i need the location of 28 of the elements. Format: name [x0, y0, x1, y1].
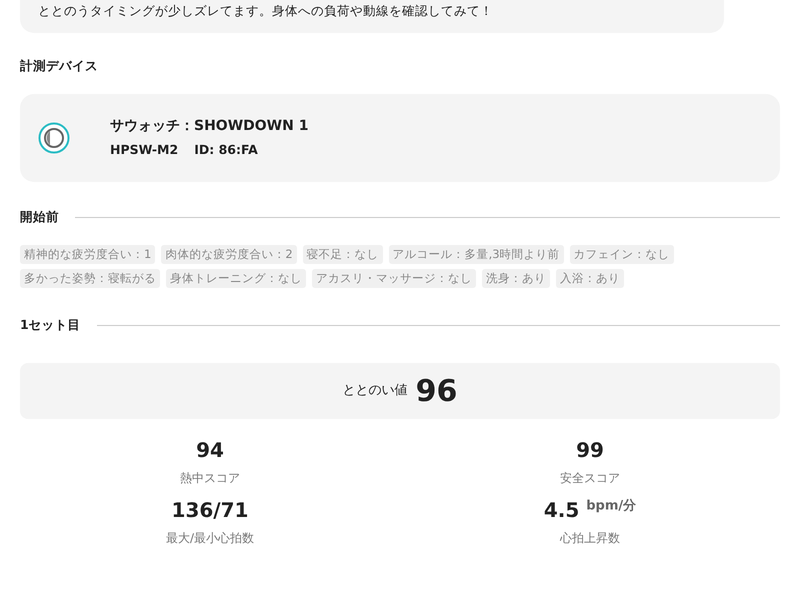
section-title: 計測デバイス	[20, 56, 98, 75]
device-model: HPSW-M2	[110, 141, 178, 160]
section-title: 開始前	[20, 208, 59, 226]
stat-label: 心拍上昇数	[559, 530, 621, 547]
stat-label: 最大/最小心拍数	[164, 530, 256, 547]
condition-tag: 洗身：あり	[482, 269, 550, 288]
condition-tag: 身体トレーニング：なし	[166, 269, 306, 288]
score-value: 96	[416, 372, 458, 410]
condition-tag: 多かった姿勢：寝転がる	[20, 269, 160, 288]
condition-tag: 肉体的な疲労度合い：2	[161, 244, 297, 264]
condition-tag: アルコール：多量,3時間より前	[388, 244, 564, 264]
stat-label: 安全スコア	[559, 470, 621, 487]
condition-tag: カフェイン：なし	[570, 244, 674, 264]
device-name: サウォッチ：SHOWDOWN 1	[110, 117, 308, 136]
stat-value: 136/71	[170, 497, 250, 524]
watch-icon	[38, 122, 70, 154]
score-label: ととのい値	[342, 382, 408, 400]
comment-text: ととのうタイミングが少しズレてます。身体への負荷や動線を確認してみて！	[38, 3, 493, 18]
stat-value: 99	[575, 437, 605, 464]
device-id: ID: 86:FA	[194, 141, 258, 160]
stat-value: 94	[195, 437, 225, 464]
condition-tag: 寝不足：なし	[302, 244, 383, 264]
stat-label: 熱中スコア	[179, 470, 241, 487]
stat-value: 4.5 $^{bpm/分}$	[542, 497, 638, 524]
condition-tag: 入浴：あり	[556, 269, 624, 288]
condition-tag: アカスリ・マッサージ：なし	[312, 269, 476, 288]
condition-tag: 精神的な疲労度合い：1	[20, 244, 156, 264]
section-title: 1セット目	[20, 316, 81, 334]
